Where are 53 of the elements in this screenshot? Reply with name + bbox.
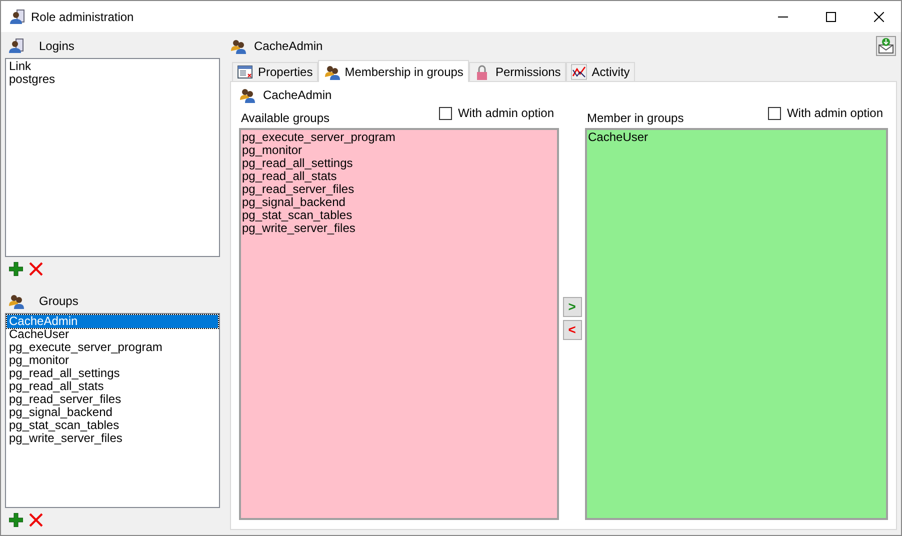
tab[interactable]: Activity — [566, 62, 635, 81]
group-item[interactable]: CacheUser — [7, 328, 218, 341]
group-item[interactable]: pg_signal_backend — [7, 406, 218, 419]
login-item[interactable]: postgres — [7, 73, 218, 86]
users-icon — [230, 38, 246, 54]
group-item[interactable]: CacheAdmin — [7, 315, 218, 328]
group-item[interactable]: pg_read_all_stats — [241, 170, 557, 183]
user-icon — [8, 38, 24, 54]
group-item[interactable]: pg_write_server_files — [241, 222, 557, 235]
list-title: Member in groups — [587, 110, 684, 127]
group-item[interactable]: pg_signal_backend — [241, 196, 557, 209]
list-title: Available groups — [241, 110, 330, 127]
add-icon[interactable] — [9, 262, 23, 276]
group-item[interactable]: pg_write_server_files — [7, 432, 218, 445]
group-item[interactable]: pg_stat_scan_tables — [241, 209, 557, 222]
login-item[interactable]: Link — [7, 60, 218, 73]
group-item[interactable]: pg_monitor — [7, 354, 218, 367]
group-item[interactable]: pg_read_server_files — [241, 183, 557, 196]
group-item[interactable]: pg_execute_server_program — [7, 341, 218, 354]
tab[interactable]: Membership in groups — [318, 60, 470, 82]
group-item[interactable]: pg_read_all_stats — [7, 380, 218, 393]
group-item[interactable]: pg_read_all_settings — [241, 157, 557, 170]
delete-icon[interactable] — [29, 262, 43, 276]
users-icon — [8, 293, 24, 309]
tab[interactable]: Permissions — [469, 62, 566, 81]
users-icon — [324, 64, 340, 80]
group-item[interactable]: CacheUser — [587, 131, 886, 144]
admin-option-checkbox[interactable]: With admin option — [768, 104, 883, 122]
role-name: CacheAdmin — [263, 87, 332, 104]
member-groups-list[interactable]: CacheUser — [585, 128, 888, 520]
delete-icon[interactable] — [29, 513, 43, 527]
groups-list[interactable]: CacheAdmin CacheUser pg_execute_server_program pg_monitor pg_read_all_settings pg_read_all_stats pg_read_server_files pg_signal_backend pg_stat_scan_tables pg_write_server_files — [5, 313, 220, 508]
group-item[interactable]: pg_monitor — [241, 144, 557, 157]
group-item[interactable]: pg_execute_server_program — [241, 131, 557, 144]
tab[interactable]: Properties — [232, 62, 318, 81]
users-icon — [239, 87, 255, 103]
close-icon[interactable] — [874, 12, 884, 22]
window-title: Role administration — [31, 8, 134, 26]
logins-list[interactable]: Link postgres — [5, 58, 220, 257]
section-title: Logins — [39, 38, 74, 55]
add-icon[interactable] — [9, 513, 23, 527]
user-icon — [9, 8, 25, 24]
maximize-icon[interactable] — [826, 12, 836, 22]
available-groups-list[interactable]: pg_execute_server_program pg_monitor pg_read_all_settings pg_read_all_stats pg_read_server_files pg_signal_backend pg_stat_scan_tables pg_write_server_files — [239, 128, 559, 520]
line-chart-icon — [570, 64, 587, 80]
section-title: Groups — [39, 293, 78, 310]
form-icon — [237, 64, 253, 80]
role-name: CacheAdmin — [254, 38, 323, 55]
group-item[interactable]: pg_stat_scan_tables — [7, 419, 218, 432]
mail-download-icon[interactable] — [876, 36, 896, 56]
group-item[interactable]: pg_read_all_settings — [7, 367, 218, 380]
admin-option-checkbox[interactable]: With admin option — [438, 104, 554, 122]
group-item[interactable]: pg_read_server_files — [7, 393, 218, 406]
